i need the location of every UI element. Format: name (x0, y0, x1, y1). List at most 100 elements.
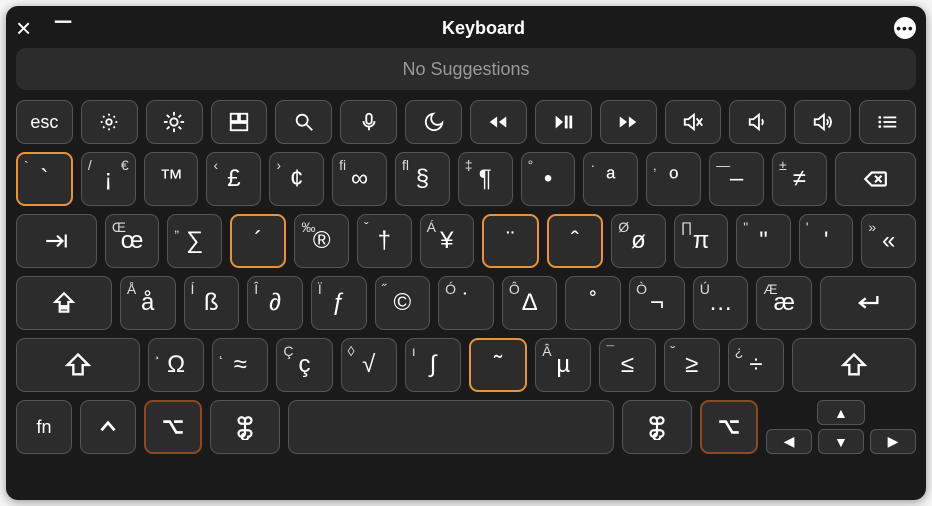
key-main-glyph: ≠ (793, 165, 806, 193)
fn-key-brightness-up-icon[interactable] (146, 100, 203, 144)
fn-key-mute-icon[interactable] (665, 100, 722, 144)
key-arrow-up[interactable]: ▲ (817, 400, 865, 425)
key-a-ring[interactable]: Åå (120, 276, 176, 330)
fn-key-rewind-icon[interactable] (470, 100, 527, 144)
key-control[interactable] (80, 400, 136, 454)
key-trademark[interactable]: ™ (144, 152, 199, 206)
key-dagger[interactable]: ˇ† (357, 214, 412, 268)
key-upper-glyph: › (276, 157, 281, 173)
key-main-glyph: " (759, 227, 768, 255)
fn-key-list-icon[interactable] (859, 100, 916, 144)
key-guillemet[interactable]: »« (861, 214, 916, 268)
key-capslock[interactable] (16, 276, 112, 330)
fn-key-play-pause-icon[interactable] (535, 100, 592, 144)
key-ellipsis[interactable]: Ú… (693, 276, 749, 330)
fn-key-volume-up-icon[interactable] (794, 100, 851, 144)
fn-key-do-not-disturb-icon[interactable] (405, 100, 462, 144)
key-lte[interactable]: ¯≤ (599, 338, 655, 392)
mute-icon (682, 111, 704, 133)
key-rightquote[interactable]: '' (799, 214, 854, 268)
key-approx[interactable]: ˛≈ (212, 338, 268, 392)
key-arrow-down[interactable]: ▼ (818, 429, 864, 454)
key-command-right[interactable] (622, 400, 692, 454)
fn-key-forward-icon[interactable] (600, 100, 657, 144)
key-gte[interactable]: ˘≥ (664, 338, 720, 392)
key-main-glyph: ∫ (430, 351, 437, 379)
fn-key-spotlight-icon[interactable] (275, 100, 332, 144)
key-florin[interactable]: Ïƒ (311, 276, 367, 330)
key-partial[interactable]: Î∂ (247, 276, 303, 330)
key-oe[interactable]: Œœ (105, 214, 160, 268)
key-pi[interactable]: ∏π (674, 214, 729, 268)
qwerty-row: Œœ„∑´‰®ˇ†Á¥¨ˆØø∏π""''»« (16, 214, 916, 268)
key-copyright[interactable]: ˝© (375, 276, 431, 330)
key-acute[interactable]: ´ (230, 214, 287, 268)
key-sqrt[interactable]: ◊√ (341, 338, 397, 392)
key-ordinal-o[interactable]: ‚º (646, 152, 701, 206)
key-bullet[interactable]: °• (521, 152, 576, 206)
key-mu[interactable]: Âµ (535, 338, 591, 392)
key-cent[interactable]: ›¢ (269, 152, 324, 206)
key-inverted-exclaim[interactable]: /€¡ (81, 152, 136, 206)
key-grave[interactable]: `` (16, 152, 73, 206)
key-oslash[interactable]: Øø (611, 214, 666, 268)
key-delta[interactable]: Ô∆ (502, 276, 558, 330)
key-return[interactable] (820, 276, 916, 330)
function-row: esc (16, 100, 916, 144)
key-ccedilla[interactable]: Çç (276, 338, 332, 392)
rewind-icon (487, 111, 509, 133)
key-pound[interactable]: ‹£ (206, 152, 261, 206)
key-infinity[interactable]: fi∞ (332, 152, 387, 206)
key-yen[interactable]: Á¥ (420, 214, 475, 268)
key-main-glyph: ª (606, 165, 615, 193)
key-eszett[interactable]: Íß (184, 276, 240, 330)
key-shift-right[interactable] (792, 338, 916, 392)
key-backspace[interactable] (835, 152, 916, 206)
key-option-right[interactable] (700, 400, 758, 454)
key-section[interactable]: fl§ (395, 152, 450, 206)
key-main-glyph: ` (40, 165, 48, 193)
key-arrow-left[interactable]: ◀ (766, 429, 812, 454)
fn-key-mission-control-icon[interactable] (211, 100, 268, 144)
key-omega[interactable]: ¸Ω (148, 338, 204, 392)
key-notequal[interactable]: ±≠ (772, 152, 827, 206)
key-dot[interactable]: Ó˙ (438, 276, 494, 330)
key-integral[interactable]: ı∫ (405, 338, 461, 392)
key-esc[interactable]: esc (16, 100, 73, 144)
key-space[interactable] (288, 400, 614, 454)
key-fn[interactable]: fn (16, 400, 72, 454)
fn-key-volume-down-icon[interactable] (729, 100, 786, 144)
key-shift-left[interactable] (16, 338, 140, 392)
fn-key-dictation-icon[interactable] (340, 100, 397, 144)
key-ae[interactable]: Ææ (756, 276, 812, 330)
key-arrow-right[interactable]: ▶ (870, 429, 916, 454)
key-tilde[interactable]: ˜ (469, 338, 527, 392)
key-registered[interactable]: ‰® (294, 214, 349, 268)
close-icon[interactable]: × (16, 15, 31, 41)
key-ring[interactable]: ˚ (565, 276, 621, 330)
key-main-glyph: … (709, 289, 733, 317)
key-divide[interactable]: ¿÷ (728, 338, 784, 392)
key-diaeresis[interactable]: ¨ (482, 214, 539, 268)
key-endash[interactable]: —– (709, 152, 764, 206)
capslock-icon (51, 290, 77, 316)
more-options-button[interactable]: ••• (894, 17, 916, 39)
key-leftquote[interactable]: "" (736, 214, 791, 268)
fn-key-brightness-down-icon[interactable] (81, 100, 138, 144)
key-sigma[interactable]: „∑ (167, 214, 222, 268)
brightness-down-icon (98, 111, 120, 133)
key-option-left[interactable] (144, 400, 202, 454)
key-upper-glyph: ı (412, 343, 416, 359)
key-ordinal-a[interactable]: ·ª (583, 152, 638, 206)
suggestions-text: No Suggestions (402, 59, 529, 80)
key-upper-glyph: ° (528, 157, 534, 173)
return-icon (854, 289, 882, 317)
key-tab[interactable] (16, 214, 97, 268)
key-not[interactable]: Ò¬ (629, 276, 685, 330)
keyboard-viewer-window: × − Keyboard ••• No Suggestions esc ``/€… (6, 6, 926, 500)
key-main-glyph: ø (631, 227, 646, 255)
key-command-left[interactable] (210, 400, 280, 454)
titlebar: × − Keyboard ••• (16, 14, 916, 42)
key-pilcrow[interactable]: ‡¶ (458, 152, 513, 206)
key-circumflex[interactable]: ˆ (547, 214, 604, 268)
